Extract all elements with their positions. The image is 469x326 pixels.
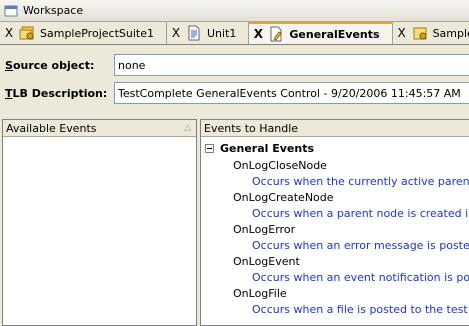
tab-general-events[interactable]: X GeneralEvents <box>249 22 393 44</box>
event-item-on-log-event[interactable]: OnLogEvent <box>201 253 469 269</box>
tab-label: SampleProjectSuite1 <box>40 26 154 40</box>
close-tab-icon[interactable]: X <box>396 26 408 40</box>
event-description: Occurs when the currently active parent … <box>252 174 469 188</box>
tree-group-general-events[interactable]: General Events <box>201 140 469 157</box>
events-file-icon <box>270 26 283 42</box>
event-description: Occurs when a parent node is created in … <box>252 206 469 220</box>
event-description: Occurs when a file is posted to the test… <box>252 302 469 316</box>
event-item-on-log-create-node[interactable]: OnLogCreateNode <box>201 189 469 205</box>
project-icon <box>413 27 427 40</box>
close-tab-icon[interactable]: X <box>252 27 264 41</box>
sort-ascending-icon: △ <box>184 123 191 133</box>
event-description: Occurs when an event notification is pos… <box>252 270 469 284</box>
tab-label: GeneralEvents <box>289 27 380 41</box>
available-events-header-label: Available Events <box>6 121 97 135</box>
tlb-description-field[interactable]: TestComplete GeneralEvents Control - 9/2… <box>114 82 469 104</box>
tab-label: SampleProject1 <box>432 26 469 40</box>
source-object-label: Source object: <box>5 58 95 72</box>
window-title: Workspace <box>23 4 84 17</box>
available-events-header[interactable]: Available Events △ <box>3 120 196 137</box>
tlb-description-row: TLB Description: TestComplete GeneralEve… <box>0 81 469 105</box>
workspace-icon <box>4 5 18 16</box>
source-object-field[interactable]: none <box>114 54 469 76</box>
events-to-handle-pane[interactable]: Events to Handle General Events OnLogClo… <box>200 119 469 326</box>
tab-unit1[interactable]: X Unit1 <box>166 22 250 44</box>
close-tab-icon[interactable]: X <box>170 26 182 40</box>
tab-sample-project[interactable]: X SampleProject1 <box>392 22 469 44</box>
editor-tab-bar: X SampleProjectSuite1 X Unit1 X GeneralE… <box>0 22 469 45</box>
events-to-handle-header[interactable]: Events to Handle <box>201 120 469 137</box>
tlb-description-label: TLB Description: <box>5 86 108 100</box>
event-item-on-log-error[interactable]: OnLogError <box>201 221 469 237</box>
event-description: Occurs when an error message is posted t… <box>252 238 469 252</box>
collapse-icon[interactable] <box>205 144 214 153</box>
project-suite-icon <box>19 26 34 40</box>
events-tree: General Events OnLogCloseNode Occurs whe… <box>201 137 469 317</box>
close-tab-icon[interactable]: X <box>3 26 15 40</box>
events-to-handle-header-label: Events to Handle <box>204 121 299 135</box>
event-item-on-log-file[interactable]: OnLogFile <box>201 285 469 301</box>
workspace-title-bar: Workspace <box>0 0 469 22</box>
source-object-row: Source object: none <box>0 53 469 77</box>
tab-label: Unit1 <box>206 26 237 40</box>
tab-sample-project-suite[interactable]: X SampleProjectSuite1 <box>0 22 167 44</box>
event-item-on-log-close-node[interactable]: OnLogCloseNode <box>201 157 469 173</box>
tree-group-label: General Events <box>220 142 315 155</box>
control-properties-form: Source object: none TLB Description: Tes… <box>0 45 469 117</box>
unit-file-icon <box>188 25 200 41</box>
available-events-pane[interactable]: Available Events △ <box>2 119 197 326</box>
